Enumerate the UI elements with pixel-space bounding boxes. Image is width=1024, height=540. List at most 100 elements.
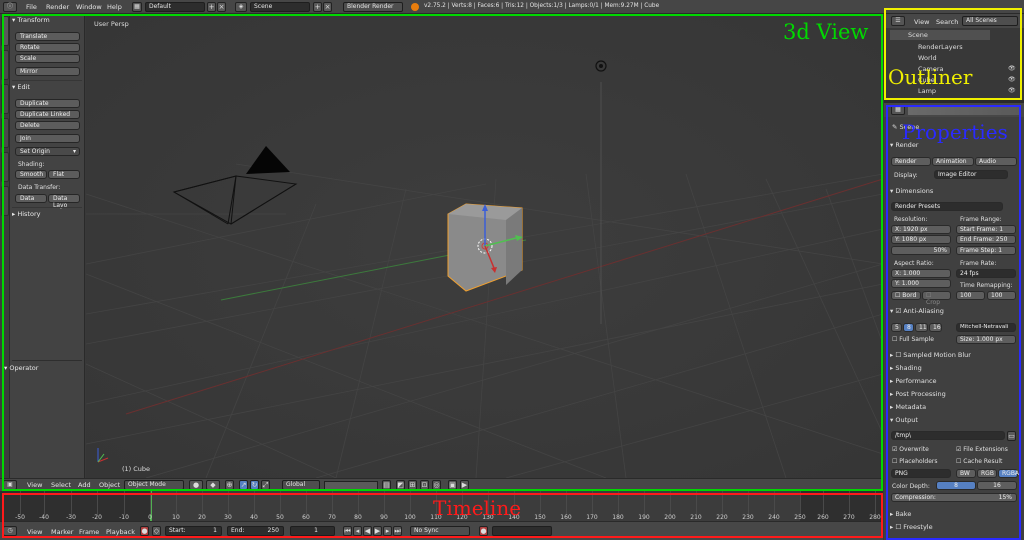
aspect-x-field[interactable]: X: 1.000: [891, 269, 951, 278]
duplicate-button[interactable]: Duplicate: [15, 99, 80, 108]
timeline-menu-frame[interactable]: Frame: [79, 528, 99, 536]
remap-new-field[interactable]: 100: [987, 291, 1016, 300]
outliner-menu-search[interactable]: Search: [936, 18, 958, 26]
scene-icon[interactable]: ◈: [235, 2, 247, 12]
color-depth-8-button[interactable]: 8: [936, 481, 976, 490]
play-icon[interactable]: ▶: [373, 526, 382, 536]
keying-set-field[interactable]: [492, 526, 552, 536]
keying-set-icon[interactable]: ◇: [152, 526, 161, 536]
menu-file[interactable]: File: [26, 3, 37, 11]
outliner-row-scene[interactable]: Scene: [890, 30, 990, 40]
menu-view[interactable]: View: [27, 481, 42, 489]
remove-layout-button[interactable]: ×: [217, 2, 226, 12]
render-engine-dropdown[interactable]: Blender Render: [343, 2, 403, 12]
aa-size-field[interactable]: Size: 1.000 px: [956, 335, 1016, 344]
flat-button[interactable]: Flat: [48, 170, 80, 179]
end-frame-field[interactable]: End: 250: [227, 526, 284, 536]
history-panel-header[interactable]: ▸ History: [12, 210, 40, 218]
aa-filter-dropdown[interactable]: Mitchell-Netravali: [956, 323, 1016, 332]
3d-viewport[interactable]: User Persp (1) Cube: [86, 14, 883, 478]
folder-browse-icon[interactable]: ▭: [1007, 431, 1016, 441]
outliner-editor-icon[interactable]: ☰: [891, 16, 905, 26]
visibility-eye-icon[interactable]: 👁: [1008, 76, 1016, 83]
snap-icon[interactable]: ⊞: [408, 480, 417, 490]
metadata-panel-header[interactable]: ▸ Metadata: [890, 403, 926, 411]
outliner-row-world[interactable]: World: [890, 53, 990, 63]
layout-icon[interactable]: ▦: [132, 2, 142, 12]
file-format-dropdown[interactable]: PNG: [891, 469, 951, 478]
resolution-percent-field[interactable]: 50%: [891, 246, 951, 255]
translate-button[interactable]: Translate: [15, 32, 80, 41]
view3d-editor-icon[interactable]: ▣: [3, 480, 17, 490]
file-extensions-checkbox[interactable]: ☑ File Extensions: [956, 446, 1008, 453]
rotate-manip-icon[interactable]: ↻: [250, 480, 259, 490]
post-processing-panel-header[interactable]: ▸ Post Processing: [890, 390, 946, 398]
color-rgba-button[interactable]: RGBA: [998, 469, 1019, 478]
animation-button[interactable]: Animation: [932, 157, 974, 166]
properties-editor-icon[interactable]: ▦: [891, 105, 905, 115]
outliner-menu-view[interactable]: View: [914, 18, 929, 26]
sync-dropdown[interactable]: No Sync: [410, 526, 470, 536]
menu-select[interactable]: Select: [51, 481, 71, 489]
cache-result-checkbox[interactable]: ☐ Cache Result: [956, 458, 1002, 465]
outliner-filter-dropdown[interactable]: All Scenes: [962, 16, 1018, 26]
timeline-menu-playback[interactable]: Playback: [106, 528, 135, 536]
tab-relations[interactable]: [1, 84, 9, 114]
overwrite-checkbox[interactable]: ☑ Overwrite: [892, 446, 929, 453]
screen-layout-field[interactable]: Default: [145, 2, 205, 12]
snap-target-icon[interactable]: ⊡: [420, 480, 429, 490]
opengl-render-icon[interactable]: ▣: [448, 480, 457, 490]
aa-samples-8[interactable]: 8: [903, 323, 914, 332]
set-origin-dropdown[interactable]: Set Origin ▾: [15, 147, 80, 156]
tab-animation[interactable]: [1, 118, 9, 148]
aa-samples-16[interactable]: 16: [929, 323, 942, 332]
sampled-motion-blur-header[interactable]: ▸ ☐ Sampled Motion Blur: [890, 351, 971, 359]
timeline-menu-marker[interactable]: Marker: [51, 528, 73, 536]
menu-object[interactable]: Object: [99, 481, 120, 489]
proportional-edit-icon[interactable]: ◎: [432, 480, 441, 490]
operator-panel-header[interactable]: ▾ Operator: [4, 364, 38, 372]
border-checkbox[interactable]: ☐ Bord: [891, 291, 921, 300]
bake-panel-header[interactable]: ▸ Bake: [890, 510, 911, 518]
record-icon[interactable]: ●: [140, 526, 149, 536]
performance-panel-header[interactable]: ▸ Performance: [890, 377, 937, 385]
shading-panel-header[interactable]: ▸ Shading: [890, 364, 922, 372]
edit-panel-header[interactable]: ▾ Edit: [12, 83, 30, 91]
scale-button[interactable]: Scale: [15, 54, 80, 63]
render-presets-dropdown[interactable]: Render Presets: [891, 202, 1003, 211]
scene-field[interactable]: Scene: [250, 2, 310, 12]
frame-step-prop[interactable]: Frame Step: 1: [956, 246, 1016, 255]
crop-checkbox[interactable]: ☐ Crop: [922, 291, 951, 306]
color-bw-button[interactable]: BW: [956, 469, 976, 478]
placeholders-checkbox[interactable]: ☐ Placeholders: [892, 458, 937, 465]
menu-help[interactable]: Help: [107, 3, 122, 11]
tab-physics[interactable]: [1, 152, 9, 182]
menu-render[interactable]: Render: [46, 3, 69, 11]
play-reverse-icon[interactable]: ◀: [363, 526, 372, 536]
start-frame-field[interactable]: Start: 1: [165, 526, 222, 536]
audio-button[interactable]: Audio: [975, 157, 1017, 166]
delete-button[interactable]: Delete: [15, 121, 80, 130]
lock-layers-icon[interactable]: ▤: [382, 480, 391, 490]
freestyle-panel-header[interactable]: ▸ ☐ Freestyle: [890, 523, 933, 531]
auto-key-icon[interactable]: ●: [479, 526, 488, 536]
scale-manip-icon[interactable]: ⤢: [261, 480, 270, 490]
add-scene-button[interactable]: +: [313, 2, 322, 12]
visibility-eye-icon[interactable]: 👁: [1008, 87, 1016, 94]
jump-end-icon[interactable]: ⏭: [393, 526, 402, 536]
timeline-editor-icon[interactable]: ◷: [3, 526, 17, 536]
color-rgb-button[interactable]: RGB: [977, 469, 997, 478]
mode-dropdown[interactable]: Object Mode: [124, 480, 184, 490]
aa-samples-11[interactable]: 11: [915, 323, 928, 332]
context-tabs[interactable]: [908, 105, 1020, 115]
tab-tools[interactable]: [1, 16, 9, 46]
add-layout-button[interactable]: +: [207, 2, 216, 12]
opengl-anim-icon[interactable]: ▶: [460, 480, 469, 490]
start-frame-prop[interactable]: Start Frame: 1: [956, 225, 1016, 234]
anti-aliasing-panel-header[interactable]: ▾ ☑ Anti-Aliasing: [890, 307, 944, 315]
display-dropdown[interactable]: Image Editor: [934, 170, 1008, 179]
next-key-icon[interactable]: ▸: [383, 526, 392, 536]
mirror-button[interactable]: Mirror: [15, 67, 80, 76]
render-preview-icon[interactable]: ◩: [396, 480, 405, 490]
tab-grease-pencil[interactable]: [1, 186, 9, 216]
